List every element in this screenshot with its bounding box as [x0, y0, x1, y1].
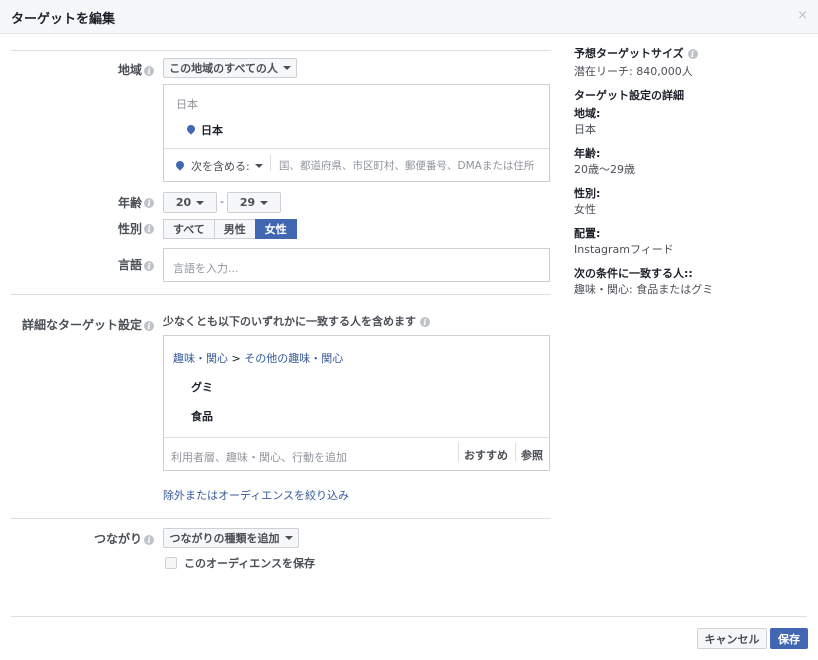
connections-select[interactable]: つながりの種類を追加 — [163, 528, 299, 548]
detail-value: 20歳〜29歳 — [574, 163, 635, 176]
category-path-link[interactable]: 趣味・関心 — [173, 352, 228, 365]
include-select[interactable]: 次を含める: — [191, 158, 263, 174]
detail-heading: 性別: — [574, 187, 601, 200]
age-separator: - — [220, 195, 224, 208]
interest-item[interactable]: グミ — [191, 379, 213, 395]
chevron-down-icon — [282, 66, 291, 70]
detailed-targeting-label: 詳細なターゲット設定 — [21, 318, 142, 332]
detailed-search-input[interactable]: 利用者層、趣味・関心、行動を追加 — [171, 449, 347, 465]
detail-value: 趣味・関心: 食品またはグミ — [574, 283, 714, 296]
age-label: 年齢 — [117, 196, 142, 210]
gender-option-male[interactable]: 男性 — [213, 219, 256, 239]
detail-heading: 配置: — [574, 227, 601, 240]
language-info-icon[interactable]: i — [144, 261, 154, 271]
age-info-icon[interactable]: i — [144, 198, 154, 208]
chevron-down-icon — [196, 200, 205, 205]
chevron-down-icon — [254, 164, 263, 168]
narrow-audience-link[interactable]: オーディエンスを絞り込み — [218, 489, 349, 502]
connections-label: つながり — [93, 532, 142, 546]
divider — [458, 443, 459, 461]
gender-label: 性別 — [117, 222, 142, 236]
potential-reach: 潜在リーチ: 840,000人 — [574, 65, 693, 78]
size-info-icon[interactable]: i — [687, 49, 698, 59]
age-max-select[interactable]: 29 — [227, 192, 281, 213]
details-title: ターゲット設定の詳細 — [574, 89, 684, 102]
audience-size-title: 予想ターゲットサイズ i — [574, 45, 810, 61]
location-scope-select[interactable]: この地域のすべての人 — [163, 58, 297, 78]
language-label: 言語 — [117, 258, 142, 272]
detail-heading: 地域: — [574, 107, 601, 120]
divider — [164, 437, 549, 438]
detail-heading: 次の条件に一致する人:: — [574, 267, 693, 280]
language-placeholder: 言語を入力... — [173, 262, 239, 275]
chevron-down-icon — [284, 536, 293, 540]
selected-location[interactable]: 日本 — [201, 122, 223, 138]
location-box: 日本 日本 次を含める: 国、都道府県、市区町村、郵便番号、DMAまたは住所 — [163, 84, 550, 182]
language-input[interactable]: 言語を入力... — [163, 248, 550, 282]
age-min-select[interactable]: 20 — [163, 192, 217, 213]
detail-value: 日本 — [574, 123, 596, 136]
save-audience-label: このオーディエンスを保存 — [184, 557, 316, 570]
dialog-title: ターゲットを編集 — [11, 12, 116, 27]
gender-info-icon[interactable]: i — [144, 224, 154, 234]
gender-option-female[interactable]: 女性 — [254, 219, 297, 239]
interest-item[interactable]: 食品 — [191, 408, 213, 424]
location-label: 地域 — [117, 63, 142, 77]
location-info-icon[interactable]: i — [144, 66, 154, 76]
detailed-info-icon[interactable]: i — [144, 321, 154, 331]
cancel-button[interactable]: キャンセル — [697, 628, 767, 649]
divider — [11, 518, 551, 519]
divider — [164, 148, 549, 149]
save-button[interactable]: 保存 — [770, 628, 808, 649]
chevron-down-icon — [260, 200, 269, 205]
connections-info-icon[interactable]: i — [144, 535, 154, 545]
location-pin-icon — [185, 123, 197, 135]
detailed-targeting-box: 趣味・関心 > その他の趣味・関心 グミ 食品 利用者層、趣味・関心、行動を追加… — [163, 335, 550, 471]
detailed-description: 少なくとも以下のいずれかに一致する人を含めます i — [163, 313, 430, 329]
category-breadcrumb: 趣味・関心 > その他の趣味・関心 — [173, 350, 343, 366]
exclude-link[interactable]: 除外または — [163, 489, 218, 502]
gender-segmented-control: すべて 男性 女性 — [163, 219, 297, 239]
detail-value: 女性 — [574, 203, 596, 216]
divider — [270, 155, 271, 171]
description-info-icon[interactable]: i — [419, 317, 430, 327]
divider — [515, 443, 516, 461]
location-country-header: 日本 — [176, 98, 198, 111]
dialog-header: ターゲットを編集 × — [0, 0, 818, 34]
detail-value: Instagramフィード — [574, 243, 674, 256]
footer-divider — [11, 616, 807, 617]
save-audience-checkbox[interactable] — [165, 557, 177, 569]
browse-button[interactable]: 参照 — [521, 447, 543, 463]
category-sub-link[interactable]: その他の趣味・関心 — [244, 352, 343, 365]
location-search-input[interactable]: 国、都道府県、市区町村、郵便番号、DMAまたは住所 — [279, 158, 547, 173]
divider — [11, 294, 551, 295]
close-icon[interactable]: × — [797, 8, 808, 23]
audience-sidebar: 予想ターゲットサイズ i 潜在リーチ: 840,000人 ターゲット設定の詳細 … — [574, 45, 810, 297]
location-pin-icon — [174, 159, 186, 171]
breadcrumb-separator: > — [231, 352, 241, 365]
gender-option-all[interactable]: すべて — [163, 219, 215, 239]
suggest-button[interactable]: おすすめ — [464, 447, 508, 463]
divider — [11, 50, 551, 51]
exclude-narrow-links: 除外またはオーディエンスを絞り込み — [163, 487, 349, 503]
detail-heading: 年齢: — [574, 147, 601, 160]
